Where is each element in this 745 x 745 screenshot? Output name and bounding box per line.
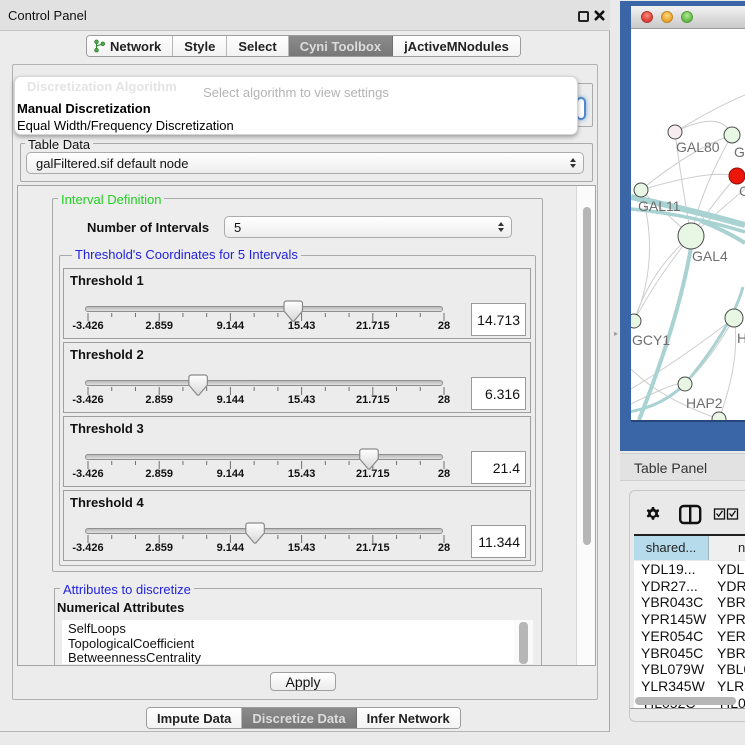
svg-text:GAL4: GAL4 — [692, 248, 728, 264]
svg-text:C: C — [739, 183, 745, 199]
svg-text:H: H — [737, 330, 745, 346]
svg-text:GAL11: GAL11 — [638, 198, 681, 214]
svg-text:G.: G. — [734, 144, 745, 160]
svg-text:HAP2: HAP2 — [686, 395, 723, 411]
svg-text:GAL80: GAL80 — [676, 139, 720, 155]
svg-text:GCY1: GCY1 — [632, 332, 670, 348]
